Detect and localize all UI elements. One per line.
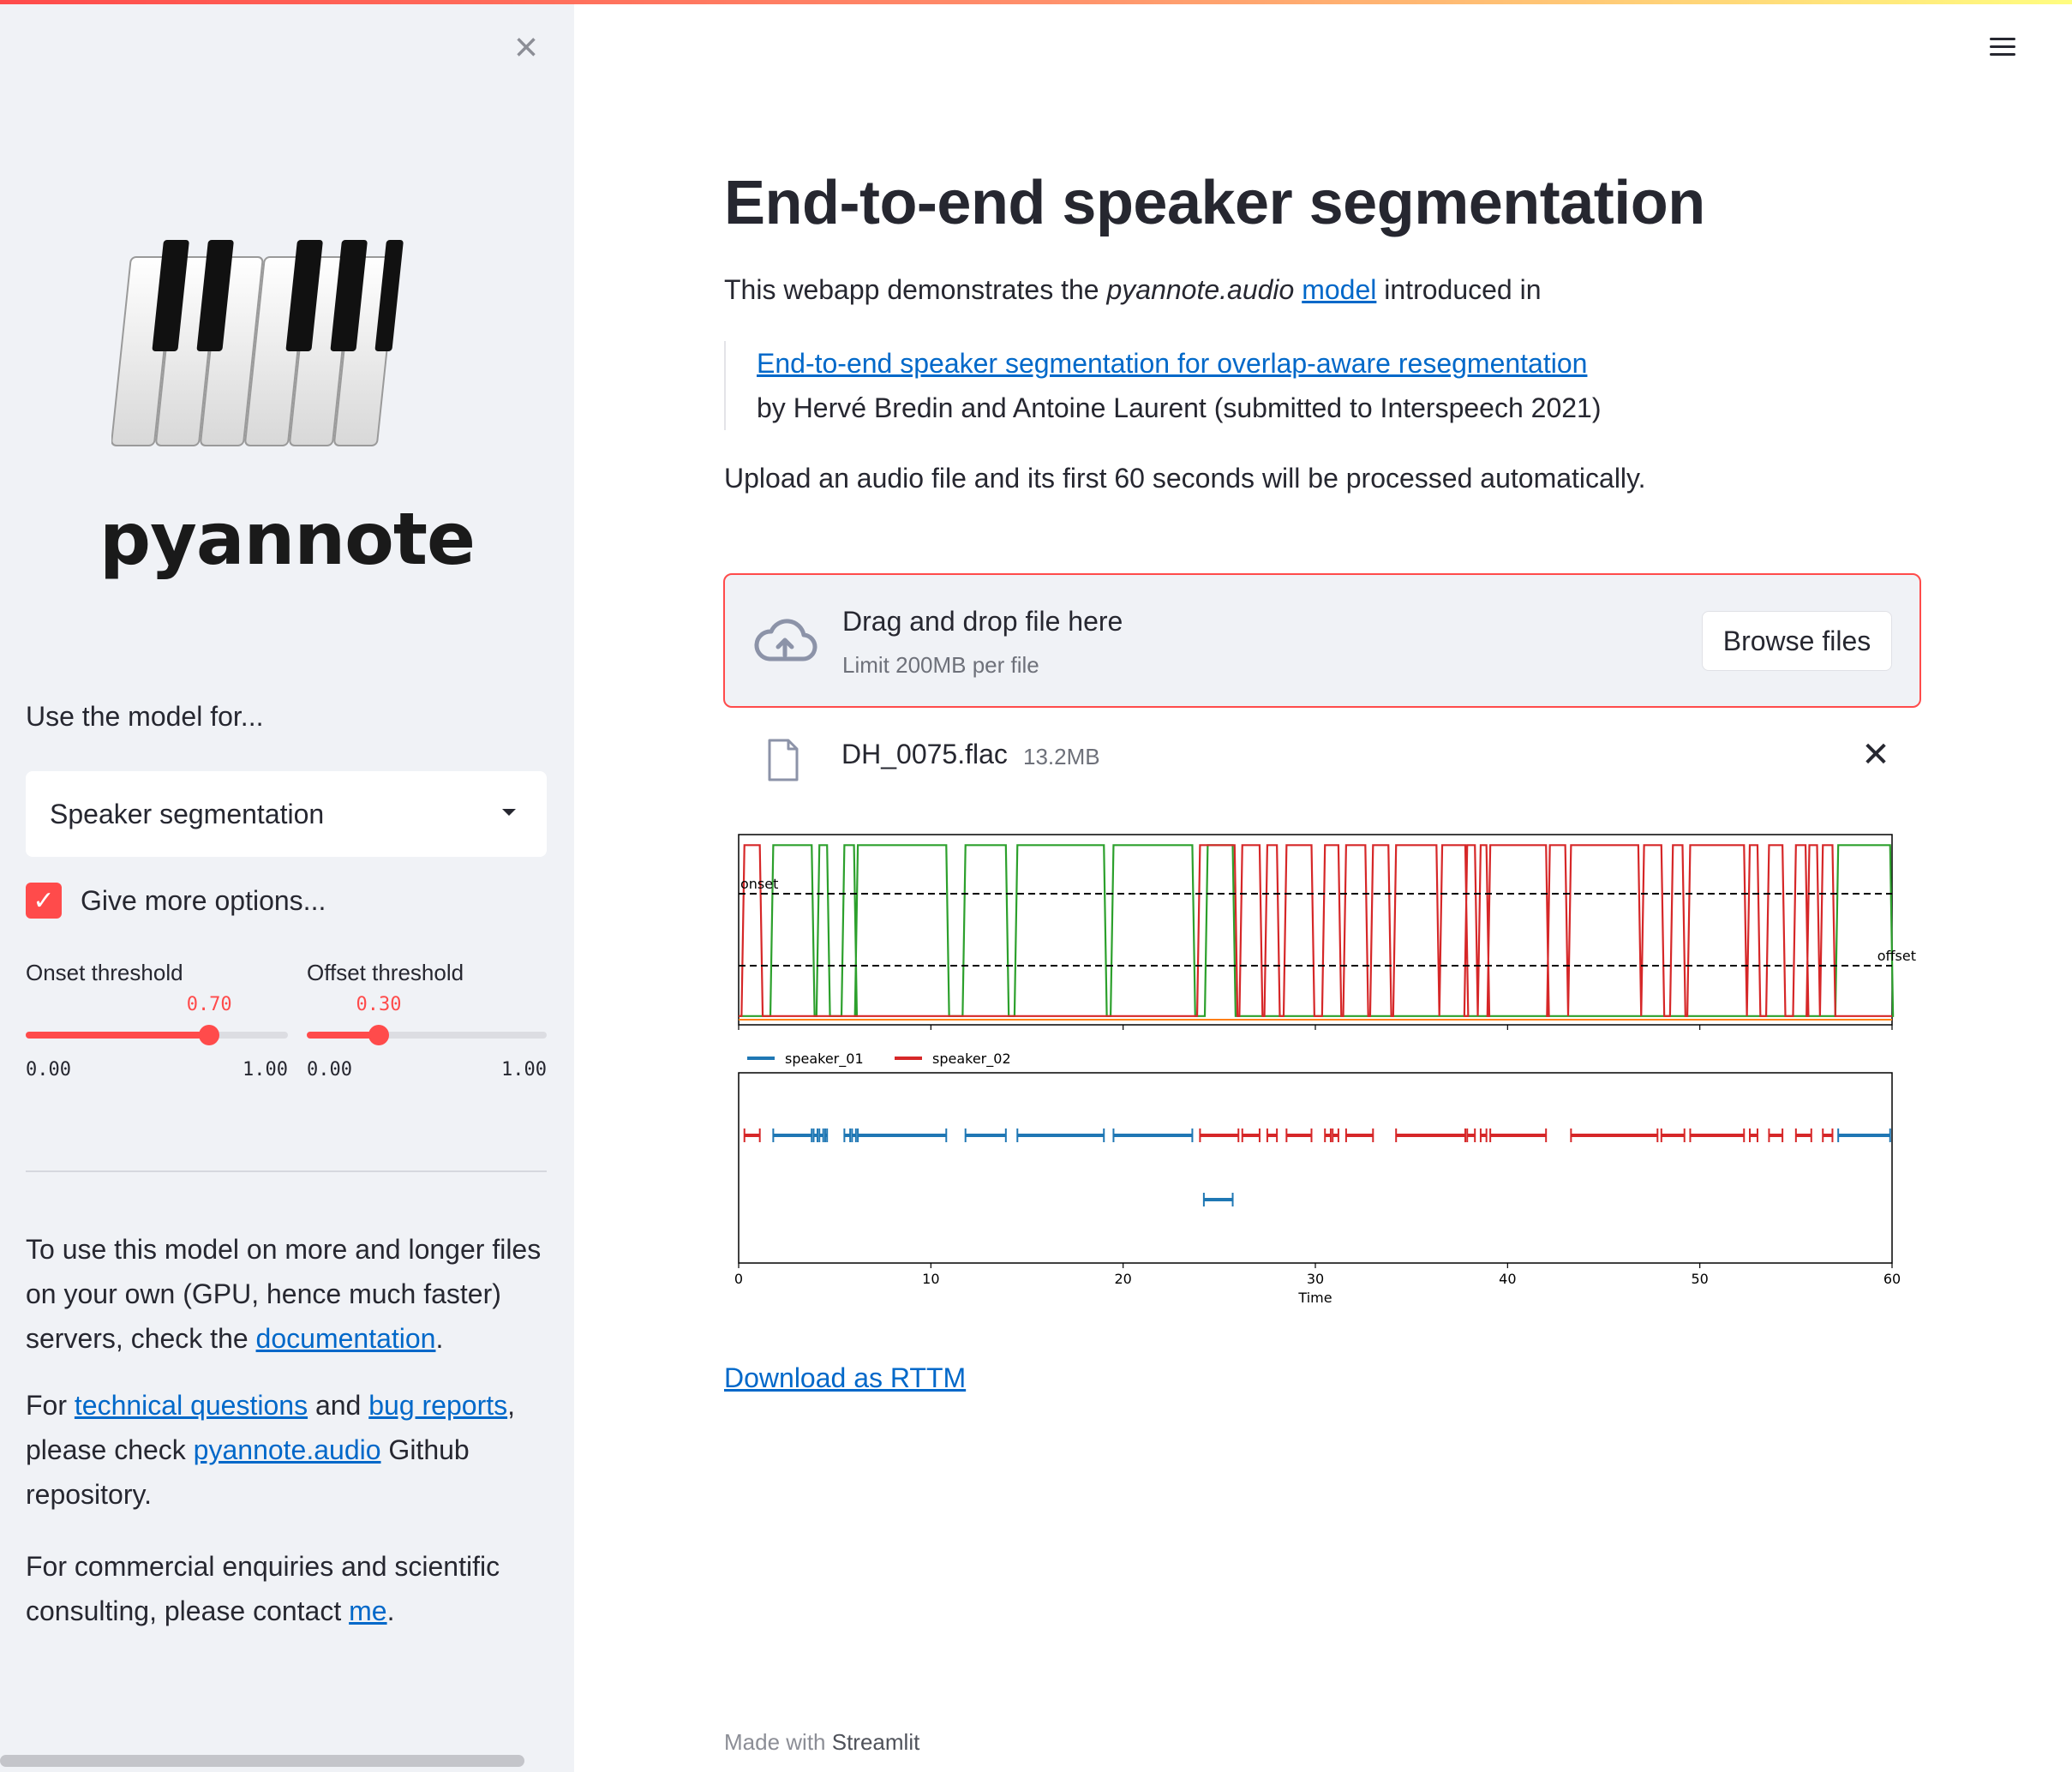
onset-max: 1.00 xyxy=(243,1059,288,1081)
paper-link[interactable]: End-to-end speaker segmentation for over… xyxy=(757,348,1587,379)
paper-quote: End-to-end speaker segmentation for over… xyxy=(724,341,1602,430)
p2-text-b: and xyxy=(308,1390,369,1421)
streamlit-link[interactable]: Streamlit xyxy=(832,1729,920,1755)
cloud-upload-icon xyxy=(754,619,817,662)
timeline-panel-frame xyxy=(738,1072,1893,1264)
top-gradient-bar xyxy=(0,0,2072,4)
contact-me-link[interactable]: me xyxy=(349,1595,386,1626)
onset-thumb[interactable] xyxy=(199,1025,220,1045)
footer: Made with Streamlit xyxy=(724,1729,919,1756)
p3-end: . xyxy=(386,1595,395,1626)
legend-label-speaker_02: speaker_02 xyxy=(932,1051,1011,1068)
sidebar-paragraph-contact: For commercial enquiries and scientific … xyxy=(26,1544,548,1633)
use-model-label: Use the model for... xyxy=(26,701,264,732)
intro-text: This webapp demonstrates the xyxy=(724,274,1107,305)
file-size: 13.2MB xyxy=(1023,744,1100,769)
x-tick-label: 50 xyxy=(1691,1271,1708,1287)
remove-file-icon[interactable]: ✕ xyxy=(1854,733,1897,776)
x-tick-label: 60 xyxy=(1883,1271,1901,1287)
p3-text: For commercial enquiries and scientific … xyxy=(26,1551,500,1626)
close-sidebar-icon[interactable]: × xyxy=(507,27,545,69)
technical-questions-link[interactable]: technical questions xyxy=(75,1390,308,1421)
onset-min: 0.00 xyxy=(26,1059,71,1081)
sidebar: × pyannote Use the model for... Speaker … xyxy=(0,0,574,1772)
p2-text-a: For xyxy=(26,1390,75,1421)
segmentation-plot: onset offset speaker_01 speaker_02 0 10 20 30 40… xyxy=(734,834,1916,1306)
more-options-label: Give more options... xyxy=(81,884,326,916)
documentation-link[interactable]: documentation xyxy=(256,1323,436,1354)
model-select[interactable]: Speaker segmentation xyxy=(26,771,547,857)
sidebar-scrollbar[interactable] xyxy=(0,1755,524,1767)
score-panel-frame xyxy=(738,834,1893,1026)
offset-track[interactable] xyxy=(307,1032,547,1039)
onset-value: 0.70 xyxy=(186,994,232,1015)
sidebar-paragraph-github: For technical questions and bug reports,… xyxy=(26,1383,548,1517)
footer-text: Made with xyxy=(724,1729,832,1755)
x-axis-label: Time xyxy=(1297,1290,1332,1306)
offset-thumb[interactable] xyxy=(368,1025,389,1045)
checkmark-icon[interactable]: ✓ xyxy=(26,883,62,919)
caret-down-icon xyxy=(502,809,516,816)
intro-emphasis: pyannote.audio xyxy=(1106,274,1295,305)
p1-end: . xyxy=(435,1323,444,1354)
dropzone-limit: Limit 200MB per file xyxy=(842,652,1039,678)
offset-threshold-label: offset xyxy=(1877,948,1916,964)
page-title: End-to-end speaker segmentation xyxy=(724,169,1705,237)
x-tick-label: 10 xyxy=(922,1271,939,1287)
offset-min: 0.00 xyxy=(307,1059,352,1081)
more-options-checkbox[interactable]: ✓ Give more options... xyxy=(26,883,326,919)
file-name: DH_0075.flac xyxy=(841,739,1008,769)
offset-value: 0.30 xyxy=(356,994,402,1015)
hamburger-menu-icon[interactable] xyxy=(1990,33,2024,67)
sidebar-paragraph-documentation: To use this model on more and longer fil… xyxy=(26,1227,548,1361)
dropzone-title: Drag and drop file here xyxy=(842,606,1123,637)
browse-files-button[interactable]: Browse files xyxy=(1702,611,1892,671)
model-select-value: Speaker segmentation xyxy=(50,798,325,829)
file-dropzone[interactable]: Drag and drop file here Limit 200MB per … xyxy=(723,573,1921,708)
onset-fill xyxy=(26,1032,210,1039)
sidebar-divider xyxy=(26,1170,547,1172)
x-tick-label: 40 xyxy=(1499,1271,1516,1287)
bug-reports-link[interactable]: bug reports xyxy=(368,1390,507,1421)
paper-authors: by Hervé Bredin and Antoine Laurent (sub… xyxy=(757,392,1602,423)
uploaded-file: DH_0075.flac 13.2MB ✕ xyxy=(723,728,1921,788)
onset-slider: Onset threshold 0.70 0.00 1.00 xyxy=(26,960,288,1081)
onset-track[interactable] xyxy=(26,1032,288,1039)
offset-max: 1.00 xyxy=(501,1059,547,1081)
legend-label-speaker_01: speaker_01 xyxy=(785,1051,864,1068)
x-tick-label: 30 xyxy=(1307,1271,1324,1287)
pyannote-audio-link[interactable]: pyannote.audio xyxy=(194,1434,381,1465)
onset-threshold-label: onset xyxy=(740,876,778,892)
offset-slider: Offset threshold 0.30 0.00 1.00 xyxy=(307,960,547,1081)
intro-end: introduced in xyxy=(1376,274,1542,305)
model-link[interactable]: model xyxy=(1302,274,1376,305)
download-rttm-link[interactable]: Download as RTTM xyxy=(724,1362,966,1394)
intro-paragraph: This webapp demonstrates the pyannote.au… xyxy=(724,274,1542,306)
file-icon xyxy=(768,739,799,781)
x-tick-label: 0 xyxy=(734,1271,743,1287)
offset-title: Offset threshold xyxy=(307,960,464,985)
onset-title: Onset threshold xyxy=(26,960,183,985)
upload-note: Upload an audio file and its first 60 se… xyxy=(724,463,1646,494)
x-tick-label: 20 xyxy=(1114,1271,1131,1287)
pyannote-wordmark: pyannote xyxy=(99,497,476,581)
